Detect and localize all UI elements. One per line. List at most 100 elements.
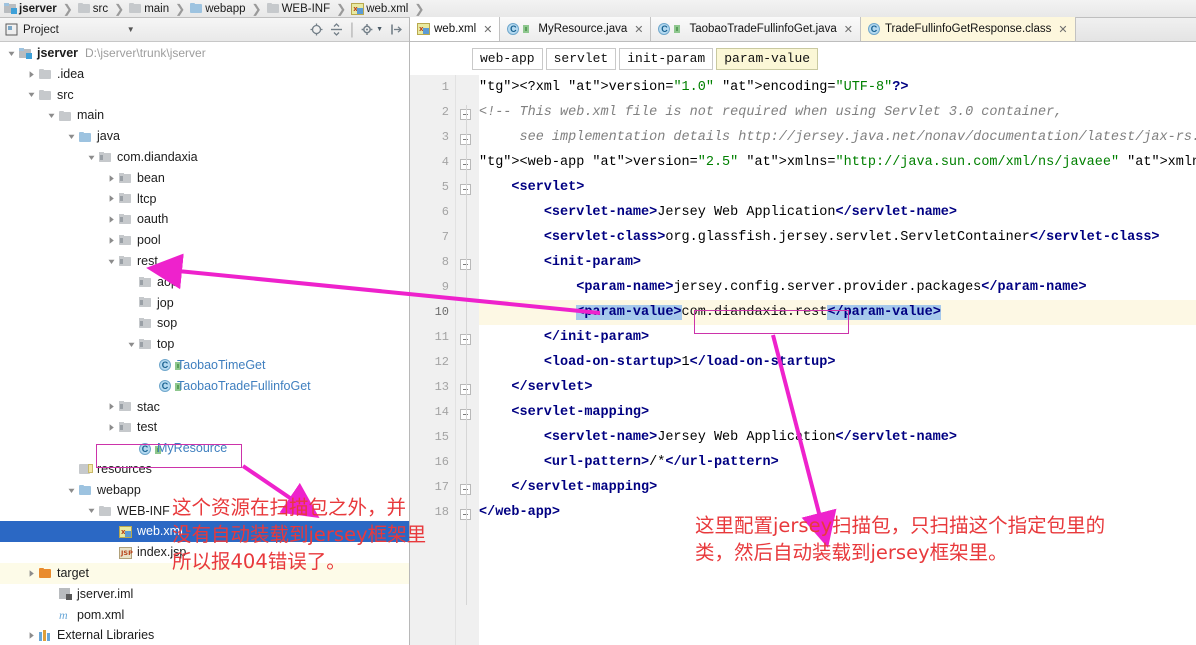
code-line-13[interactable]: </servlet> [479, 375, 1196, 400]
code-line-2[interactable]: <!-- This web.xml file is not required w… [479, 100, 1196, 125]
tree-item-stac[interactable]: stac [0, 397, 409, 418]
tree-item-jserver-iml[interactable]: jserver.iml [0, 584, 409, 605]
line-number: 13 [434, 380, 449, 394]
breadcrumb-item-webapp[interactable]: webapp ❯ [190, 0, 266, 18]
settings-dropdown-arrow-icon[interactable]: ▼ [376, 26, 383, 33]
breadcrumb-item-src[interactable]: src ❯ [77, 0, 129, 18]
editor-tab-taobaotradefullinfoget-java[interactable]: C TaobaoTradeFullinfoGet.java ✕ [651, 17, 861, 41]
tree-expand-arrow-icon[interactable] [46, 110, 57, 121]
tree-item-taobaotradefullinfoget[interactable]: C TaobaoTradeFullinfoGet [0, 376, 409, 397]
code-line-4[interactable]: "tg"><web-app "at">version="2.5" "at">xm… [479, 150, 1196, 175]
tree-item-jserver[interactable]: jserver D:\jserver\trunk\jserver [0, 43, 409, 64]
code-line-9[interactable]: <param-name>jersey.config.server.provide… [479, 275, 1196, 300]
editor-tab-myresource-java[interactable]: C MyResource.java ✕ [500, 17, 652, 41]
tree-expand-arrow-icon[interactable] [86, 505, 97, 516]
close-icon[interactable]: ✕ [1058, 23, 1067, 36]
line-number: 2 [441, 105, 449, 119]
line-number: 16 [434, 455, 449, 469]
tree-expand-arrow-icon[interactable] [106, 256, 117, 267]
code-line-16[interactable]: <url-pattern>/*</url-pattern> [479, 450, 1196, 475]
code-line-17[interactable]: </servlet-mapping> [479, 475, 1196, 500]
code-line-8[interactable]: <init-param> [479, 250, 1196, 275]
xml-crumb-servlet[interactable]: servlet [545, 48, 617, 70]
tree-expand-arrow-icon[interactable] [26, 89, 37, 100]
code-fold-gutter[interactable] [456, 75, 479, 645]
close-icon[interactable]: ✕ [844, 23, 853, 36]
hide-panel-icon[interactable] [390, 23, 403, 36]
tree-item--idea[interactable]: .idea [0, 64, 409, 85]
tree-expand-arrow-icon[interactable] [106, 547, 117, 558]
line-number: 7 [441, 230, 449, 244]
tree-expand-arrow-icon[interactable] [106, 173, 117, 184]
tree-item-ltcp[interactable]: ltcp [0, 189, 409, 210]
tree-expand-arrow-icon[interactable] [126, 297, 137, 308]
code-line-6[interactable]: <servlet-name>Jersey Web Application</se… [479, 200, 1196, 225]
close-icon[interactable]: ✕ [483, 23, 492, 36]
settings-gear-icon[interactable] [361, 23, 374, 36]
editor-tab-tradefullinfogetresponse-class[interactable]: C TradeFullinfoGetResponse.class ✕ [860, 17, 1076, 41]
tree-expand-arrow-icon[interactable] [26, 69, 37, 80]
tree-item-external-libraries[interactable]: External Libraries [0, 625, 409, 645]
code-line-5[interactable]: <servlet> [479, 175, 1196, 200]
tree-expand-arrow-icon[interactable] [66, 485, 77, 496]
tree-item-java[interactable]: java [0, 126, 409, 147]
locate-icon[interactable] [310, 23, 323, 36]
breadcrumb-item-jserver[interactable]: jserver ❯ [4, 0, 78, 18]
tree-item-pool[interactable]: pool [0, 230, 409, 251]
breadcrumb-label: webapp [205, 2, 246, 15]
tree-expand-arrow-icon[interactable] [46, 609, 57, 620]
tree-item-oauth[interactable]: oauth [0, 209, 409, 230]
tree-item-src[interactable]: src [0, 85, 409, 106]
tree-item-rest[interactable]: rest [0, 251, 409, 272]
tree-expand-arrow-icon[interactable] [6, 48, 17, 59]
tree-expand-arrow-icon[interactable] [146, 360, 157, 371]
xml-crumb-web-app[interactable]: web-app [472, 48, 543, 70]
code-line-3[interactable]: see implementation details http://jersey… [479, 125, 1196, 150]
tree-item-jop[interactable]: jop [0, 293, 409, 314]
tree-expand-arrow-icon[interactable] [126, 339, 137, 350]
tree-expand-arrow-icon[interactable] [106, 422, 117, 433]
tree-item-top[interactable]: top [0, 334, 409, 355]
tree-expand-arrow-icon[interactable] [146, 381, 157, 392]
breadcrumb-item-web-xml[interactable]: x web.xml ❯ [351, 0, 429, 18]
tree-item-aop[interactable]: aop [0, 272, 409, 293]
code-line-15[interactable]: <servlet-name>Jersey Web Application</se… [479, 425, 1196, 450]
code-line-14[interactable]: <servlet-mapping> [479, 400, 1196, 425]
tree-expand-arrow-icon[interactable] [106, 235, 117, 246]
project-panel-title: Project [23, 23, 59, 36]
tree-expand-arrow-icon[interactable] [26, 568, 37, 579]
tree-item-com-diandaxia[interactable]: com.diandaxia [0, 147, 409, 168]
close-icon[interactable]: ✕ [634, 23, 643, 36]
breadcrumb-separator-icon: ❯ [114, 1, 125, 16]
tree-expand-arrow-icon[interactable] [106, 526, 117, 537]
tree-expand-arrow-icon[interactable] [106, 193, 117, 204]
tree-item-bean[interactable]: bean [0, 168, 409, 189]
chevron-down-icon[interactable]: ▼ [127, 25, 135, 34]
tree-expand-arrow-icon[interactable] [126, 277, 137, 288]
tree-expand-arrow-icon[interactable] [106, 214, 117, 225]
xml-crumb-init-param[interactable]: init-param [619, 48, 714, 70]
breadcrumb-item-main[interactable]: main ❯ [129, 0, 190, 18]
tree-expand-arrow-icon[interactable] [126, 318, 137, 329]
java-class-icon: C [658, 23, 671, 35]
tree-item-main[interactable]: main [0, 105, 409, 126]
tree-expand-arrow-icon[interactable] [66, 131, 77, 142]
code-line-12[interactable]: <load-on-startup>1</load-on-startup> [479, 350, 1196, 375]
code-line-7[interactable]: <servlet-class>org.glassfish.jersey.serv… [479, 225, 1196, 250]
code-line-1[interactable]: "tg"><?xml "at">version="1.0" "at">encod… [479, 75, 1196, 100]
tree-expand-arrow-icon[interactable] [86, 152, 97, 163]
tree-expand-arrow-icon[interactable] [66, 464, 77, 475]
tree-expand-arrow-icon[interactable] [46, 589, 57, 600]
tree-item-test[interactable]: test [0, 417, 409, 438]
xml-crumb-param-value[interactable]: param-value [716, 48, 819, 70]
tree-expand-arrow-icon[interactable] [26, 630, 37, 641]
tree-expand-arrow-icon[interactable] [106, 401, 117, 412]
breadcrumb-item-web-inf[interactable]: WEB-INF ❯ [266, 0, 352, 18]
tree-item-pom-xml[interactable]: m pom.xml [0, 605, 409, 626]
tree-item-sop[interactable]: sop [0, 313, 409, 334]
tree-item-label: test [137, 420, 158, 435]
tree-item-taobaotimeget[interactable]: C TaobaoTimeGet [0, 355, 409, 376]
editor-tab-web-xml[interactable]: x web.xml ✕ [410, 17, 501, 41]
collapse-all-icon[interactable] [330, 23, 343, 36]
tree-item-label: rest [137, 253, 158, 268]
